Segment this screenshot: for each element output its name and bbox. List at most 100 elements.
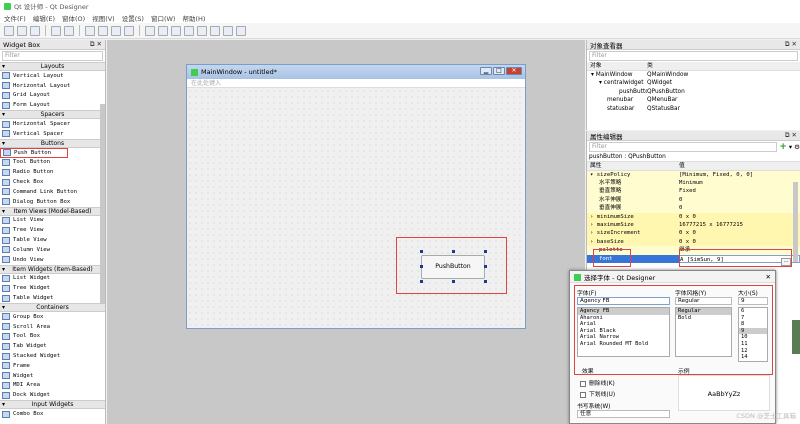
menu-form[interactable]: 窗体(O) xyxy=(62,13,85,23)
paste-icon[interactable] xyxy=(64,25,74,36)
table-row[interactable]: ▾ centralwidget QWidget xyxy=(587,79,800,88)
menu-settings[interactable]: 设置(S) xyxy=(122,13,144,23)
float-close-icon[interactable]: ⧉ ✕ xyxy=(90,40,102,49)
widget-item[interactable]: Column View xyxy=(0,245,105,255)
property-row[interactable]: 垂直伸展 0 xyxy=(587,204,800,213)
layout-splitter-v-icon[interactable] xyxy=(184,25,194,36)
layout-grid-icon[interactable] xyxy=(197,25,207,36)
widget-item[interactable]: Table Widget xyxy=(0,293,105,303)
widget-item[interactable]: Form Layout xyxy=(0,100,105,110)
font-size-input[interactable]: 9 xyxy=(738,297,768,305)
list-item[interactable]: Arial Narrow xyxy=(578,334,669,341)
resize-handle[interactable] xyxy=(420,265,423,268)
copy-icon[interactable] xyxy=(51,25,61,36)
layout-splitter-h-icon[interactable] xyxy=(171,25,181,36)
property-row[interactable]: 水平伸展 0 xyxy=(587,195,800,205)
widget-item[interactable]: Scroll Area xyxy=(0,322,105,332)
widget-item[interactable]: Horizontal Layout xyxy=(0,81,105,91)
resize-handle[interactable] xyxy=(484,265,487,268)
property-row[interactable]: 水平策略 Minimum xyxy=(587,178,800,188)
strikeout-checkbox[interactable]: 删除线(K) xyxy=(580,378,615,387)
property-row[interactable]: › minimumSize 0 x 0 xyxy=(587,212,800,221)
break-layout-icon[interactable] xyxy=(223,25,233,36)
category-containers[interactable]: Containers xyxy=(0,302,105,312)
widget-item[interactable]: Table View xyxy=(0,235,105,245)
widget-item[interactable]: Dialog Button Box xyxy=(0,197,105,207)
property-filter-input[interactable]: Filter xyxy=(589,142,778,152)
widget-item[interactable]: MDI Area xyxy=(0,381,105,391)
property-row[interactable]: 垂直策略 Fixed xyxy=(587,187,800,196)
widget-item[interactable]: List Widget xyxy=(0,274,105,284)
table-row[interactable]: statusbar QStatusBar xyxy=(587,105,800,114)
resize-handle[interactable] xyxy=(484,280,487,283)
edit-signals-icon[interactable] xyxy=(98,25,108,36)
property-row[interactable]: › sizeIncrement 0 x 0 xyxy=(587,229,800,238)
list-item[interactable]: Agency FB xyxy=(578,308,669,315)
list-item[interactable]: 6 xyxy=(739,308,767,315)
list-item[interactable]: 7 xyxy=(739,315,767,322)
category-spacers[interactable]: Spacers xyxy=(0,110,105,120)
font-size-list[interactable]: 6 7 8 9 10 11 12 14 xyxy=(738,307,768,362)
widget-item[interactable]: Vertical Spacer xyxy=(0,129,105,139)
menu-edit[interactable]: 编辑(E) xyxy=(33,13,55,23)
property-row[interactable]: › baseSize 0 x 0 xyxy=(587,237,800,247)
widget-item[interactable]: Tool Box xyxy=(0,332,105,342)
layout-vertical-icon[interactable] xyxy=(158,25,168,36)
resize-handle[interactable] xyxy=(420,250,423,253)
list-item[interactable]: Bold xyxy=(676,315,731,322)
list-item[interactable]: 8 xyxy=(739,321,767,328)
edit-buddies-icon[interactable] xyxy=(111,25,121,36)
widget-item[interactable]: Radio Button xyxy=(0,167,105,177)
list-item[interactable]: 14 xyxy=(739,354,767,361)
widget-item[interactable]: Grid Layout xyxy=(0,91,105,101)
save-icon[interactable] xyxy=(30,25,40,36)
font-style-input[interactable]: Regular xyxy=(675,297,732,305)
wrench-icon[interactable]: ⚙ xyxy=(794,143,800,151)
layout-horizontal-icon[interactable] xyxy=(145,25,155,36)
list-item[interactable]: Arial Black xyxy=(578,328,669,335)
resize-handle[interactable] xyxy=(484,250,487,253)
float-close-icon[interactable]: ⧉ ✕ xyxy=(785,131,797,140)
close-icon[interactable]: ✕ xyxy=(766,273,771,281)
widget-item[interactable]: Check Box xyxy=(0,177,105,187)
font-browse-button[interactable]: ... xyxy=(781,258,791,266)
widget-item[interactable]: List View xyxy=(0,216,105,226)
widget-item[interactable]: Widget xyxy=(0,371,105,381)
float-close-icon[interactable]: ⧉ ✕ xyxy=(785,40,797,49)
widget-item[interactable]: Dock Widget xyxy=(0,390,105,400)
list-item[interactable]: 12 xyxy=(739,348,767,355)
adjust-size-icon[interactable] xyxy=(236,25,246,36)
resize-handle[interactable] xyxy=(452,250,455,253)
list-item[interactable]: Arial Rounded MT Bold xyxy=(578,341,669,348)
category-input-widgets[interactable]: Input Widgets xyxy=(0,400,105,410)
font-family-list[interactable]: Agency FB Aharoni Arial Arial Black Aria… xyxy=(577,307,670,357)
menu-help[interactable]: 帮助(H) xyxy=(182,13,205,23)
list-item[interactable]: 10 xyxy=(739,334,767,341)
layout-form-icon[interactable] xyxy=(210,25,220,36)
widget-item[interactable]: Vertical Layout xyxy=(0,71,105,81)
edit-tab-order-icon[interactable] xyxy=(124,25,134,36)
table-row[interactable]: ▾ MainWindow QMainWindow xyxy=(587,71,800,80)
category-item-views[interactable]: Item Views (Model-Based) xyxy=(0,206,105,216)
list-item[interactable]: 9 xyxy=(739,327,767,335)
widget-item[interactable]: Combo Box xyxy=(0,409,105,419)
category-buttons[interactable]: Buttons xyxy=(0,138,105,148)
minimize-icon[interactable]: ▁ xyxy=(480,67,492,75)
list-item[interactable]: Regular xyxy=(676,308,731,315)
widget-item-push-button[interactable]: Push Button xyxy=(0,147,68,158)
widget-item[interactable]: Command Link Button xyxy=(0,187,105,197)
config-icon[interactable]: ▾ xyxy=(789,143,792,151)
close-icon[interactable]: ✕ xyxy=(506,67,522,75)
widget-box-scrollbar[interactable] xyxy=(100,104,105,304)
add-dynamic-property-icon[interactable]: + xyxy=(779,142,787,152)
open-file-icon[interactable] xyxy=(17,25,27,36)
list-item[interactable]: Aharoni xyxy=(578,315,669,322)
widget-box-filter-input[interactable]: Filter xyxy=(2,51,103,61)
form-push-button[interactable]: PushButton xyxy=(421,255,485,279)
widget-item[interactable]: Undo View xyxy=(0,255,105,265)
widget-item[interactable]: Stacked Widget xyxy=(0,351,105,361)
list-item[interactable]: 11 xyxy=(739,341,767,348)
menu-window[interactable]: 窗口(W) xyxy=(151,13,176,23)
property-row-size-policy[interactable]: ▾ sizePolicy [Minimum, Fixed, 0, 0] xyxy=(587,170,800,179)
menu-view[interactable]: 视图(V) xyxy=(92,13,115,23)
